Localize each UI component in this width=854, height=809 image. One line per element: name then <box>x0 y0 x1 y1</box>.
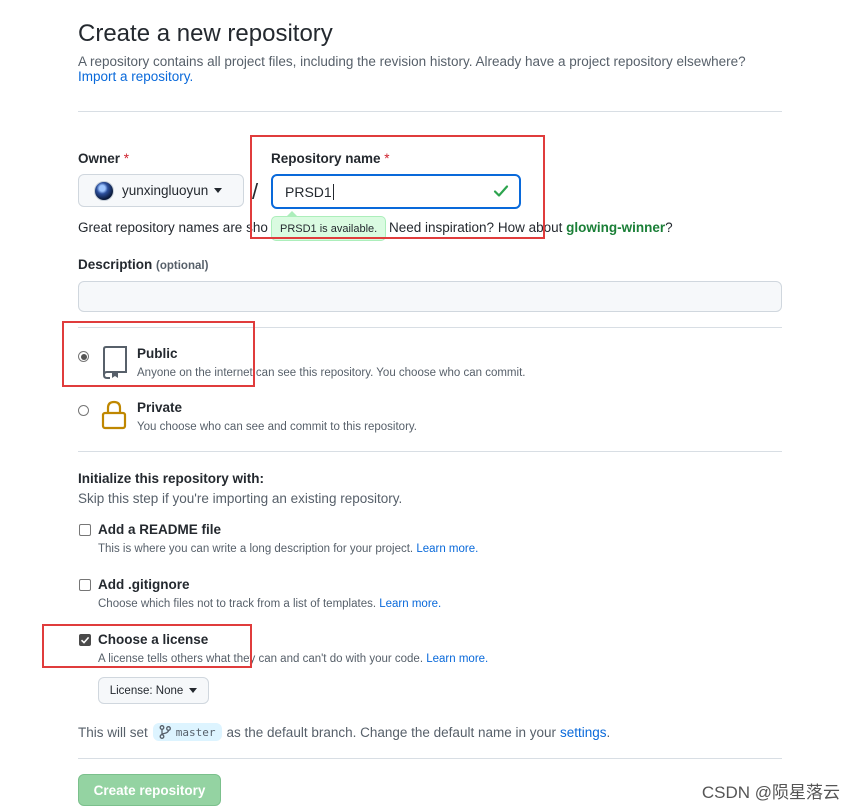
settings-link[interactable]: settings <box>560 725 607 740</box>
git-branch-icon <box>159 725 171 739</box>
private-radio[interactable] <box>78 405 89 416</box>
page-subtitle: A repository contains all project files,… <box>78 54 746 84</box>
subtitle-text: A repository contains all project files,… <box>78 54 746 69</box>
description-input[interactable] <box>78 281 782 312</box>
gitignore-label: Add .gitignore <box>98 577 190 592</box>
chevron-down-icon <box>214 188 223 193</box>
initialize-subtitle: Skip this step if you're importing an ex… <box>78 491 403 506</box>
readme-learn-more-link[interactable]: Learn more. <box>416 543 478 555</box>
readme-checkbox[interactable] <box>79 524 91 536</box>
owner-name: yunxingluoyun <box>122 183 209 198</box>
license-dropdown[interactable]: License: None <box>98 677 209 704</box>
gitignore-desc-text: Choose which files not to track from a l… <box>98 598 377 610</box>
chevron-down-icon <box>189 688 198 693</box>
owner-label-text: Owner <box>78 151 121 166</box>
branch-note-prefix: This will set <box>78 724 148 740</box>
license-learn-more-link[interactable]: Learn more. <box>426 653 488 665</box>
page-title: Create a new repository <box>78 20 333 47</box>
create-repository-button[interactable]: Create repository <box>78 774 221 806</box>
annotation-box-repo-name <box>250 135 545 239</box>
divider <box>78 758 782 759</box>
default-branch-note: This will set master as the default bran… <box>78 723 610 741</box>
readme-label: Add a README file <box>98 522 222 537</box>
repo-name-helper: Great repository names are sho <box>78 220 268 235</box>
description-label-text: Description <box>78 257 153 272</box>
initialize-title: Initialize this repository with: <box>78 471 265 486</box>
license-dropdown-label: License: None <box>109 684 184 697</box>
branch-name-chip: master <box>152 723 222 741</box>
avatar <box>94 180 114 201</box>
lock-icon <box>101 400 127 430</box>
owner-dropdown[interactable]: yunxingluoyun <box>78 174 244 207</box>
branch-name: master <box>175 725 216 739</box>
gitignore-description: Choose which files not to track from a l… <box>98 598 441 610</box>
gitignore-checkbox[interactable] <box>79 579 91 591</box>
readme-desc-text: This is where you can write a long descr… <box>98 543 414 555</box>
annotation-box-license <box>42 624 252 668</box>
optional-tag: (optional) <box>156 260 209 272</box>
branch-note-suffix: . <box>606 724 611 740</box>
description-label: Description (optional) <box>78 257 208 272</box>
divider <box>78 451 782 452</box>
inspiration-suffix: ? <box>665 220 673 235</box>
import-repository-link[interactable]: Import a repository. <box>78 69 193 84</box>
owner-label: Owner * <box>78 151 129 166</box>
annotation-box-public <box>62 321 255 387</box>
gitignore-learn-more-link[interactable]: Learn more. <box>379 598 441 610</box>
suggested-name-link[interactable]: glowing-winner <box>566 220 665 235</box>
branch-note-middle: as the default branch. Change the defaul… <box>226 724 556 740</box>
private-title: Private <box>137 400 183 415</box>
required-mark: * <box>123 151 130 166</box>
readme-description: This is where you can write a long descr… <box>98 543 478 555</box>
private-description: You choose who can see and commit to thi… <box>137 421 417 433</box>
watermark: CSDN @陨星落云 <box>701 783 840 802</box>
divider <box>78 111 782 112</box>
